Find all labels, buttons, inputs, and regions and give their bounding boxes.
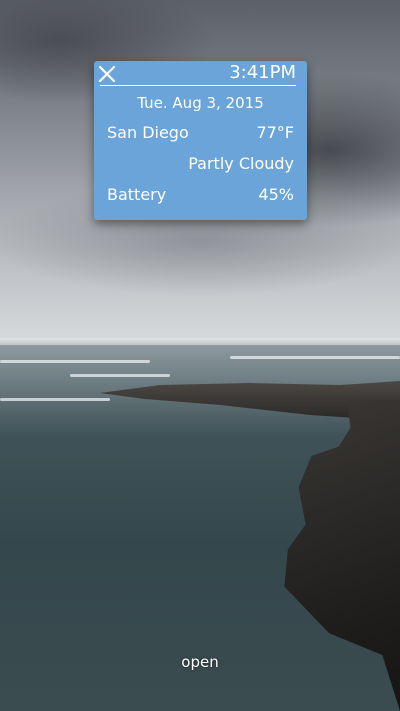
clock-time: 3:41PM	[229, 62, 296, 83]
weather-widget: 3:41PM Tue. Aug 3, 2015 San Diego 77°F P…	[94, 61, 307, 220]
background-wave	[0, 398, 110, 401]
header-divider	[100, 85, 296, 86]
condition-row: Partly Cloudy	[107, 154, 294, 174]
background-wave	[70, 374, 170, 377]
close-icon[interactable]	[97, 64, 117, 84]
date-label: Tue. Aug 3, 2015	[137, 94, 264, 112]
widget-header: 3:41PM	[94, 61, 307, 87]
location-row: San Diego 77°F	[107, 123, 294, 143]
background-wave	[230, 356, 400, 359]
weather-condition: Partly Cloudy	[188, 154, 294, 173]
temperature-value: 77°F	[256, 123, 294, 142]
location-name: San Diego	[107, 123, 189, 142]
battery-value: 45%	[258, 185, 294, 204]
lock-screen: 3:41PM Tue. Aug 3, 2015 San Diego 77°F P…	[0, 0, 400, 711]
battery-row: Battery 45%	[107, 185, 294, 205]
background-wave	[0, 360, 150, 363]
open-button[interactable]: open	[170, 652, 230, 674]
battery-label: Battery	[107, 185, 167, 204]
